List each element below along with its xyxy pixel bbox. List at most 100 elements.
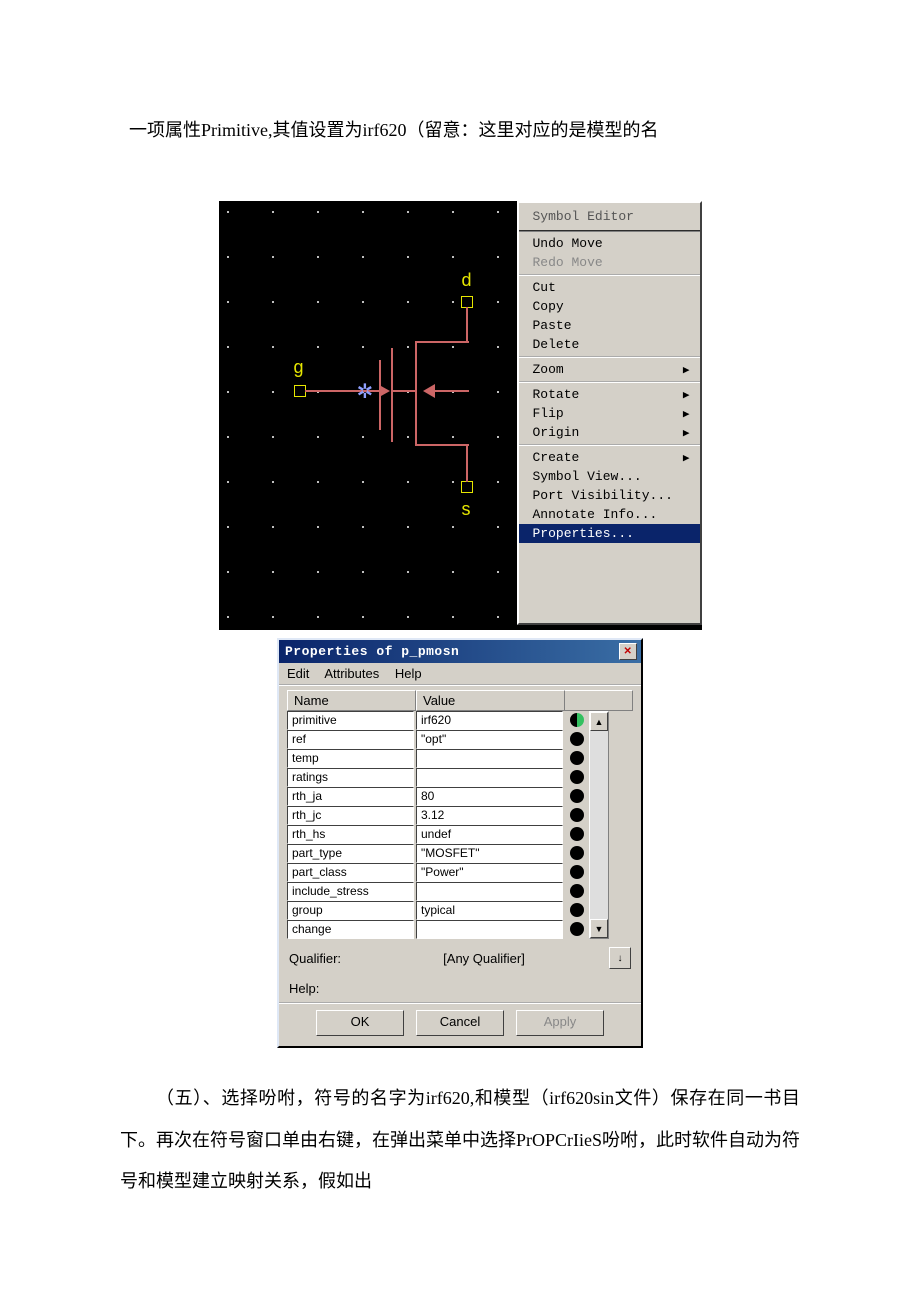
cancel-button[interactable]: Cancel bbox=[416, 1010, 504, 1036]
menu-item-label: Properties... bbox=[533, 526, 634, 541]
property-name-cell[interactable]: part_type bbox=[287, 844, 414, 863]
row-indicator-icon[interactable] bbox=[570, 713, 584, 727]
grid-dot bbox=[452, 211, 454, 213]
table-row: ref"opt" bbox=[287, 730, 565, 749]
column-header-name: Name bbox=[287, 690, 416, 711]
menu-item-delete[interactable]: Delete bbox=[519, 335, 700, 354]
menu-help[interactable]: Help bbox=[395, 666, 422, 681]
menu-item-paste[interactable]: Paste bbox=[519, 316, 700, 335]
menu-item-copy[interactable]: Copy bbox=[519, 297, 700, 316]
scroll-down-icon[interactable]: ▼ bbox=[590, 919, 608, 938]
row-indicator-icon[interactable] bbox=[570, 865, 584, 879]
grid-dot bbox=[317, 211, 319, 213]
property-value-cell[interactable] bbox=[416, 768, 563, 787]
grid-dot bbox=[362, 616, 364, 618]
row-indicator-icon[interactable] bbox=[570, 846, 584, 860]
property-value-cell[interactable] bbox=[416, 882, 563, 901]
submenu-arrow-icon: ▶ bbox=[683, 388, 690, 402]
table-row: temp bbox=[287, 749, 565, 768]
property-name-cell[interactable]: group bbox=[287, 901, 414, 920]
grid-dot bbox=[452, 436, 454, 438]
menu-item-flip[interactable]: Flip▶ bbox=[519, 404, 700, 423]
property-value-cell[interactable]: "opt" bbox=[416, 730, 563, 749]
menu-item-label: Rotate bbox=[533, 387, 580, 402]
menu-item-rotate[interactable]: Rotate ▶ bbox=[519, 385, 700, 404]
grid-dot bbox=[362, 481, 364, 483]
row-indicator-icon[interactable] bbox=[570, 751, 584, 765]
grid-dot bbox=[362, 301, 364, 303]
properties-dialog: Properties of p_pmosn ✕ Edit Attributes … bbox=[277, 638, 643, 1048]
row-indicator-icon[interactable] bbox=[570, 789, 584, 803]
property-name-cell[interactable]: temp bbox=[287, 749, 414, 768]
grid-dot bbox=[227, 436, 229, 438]
property-value-cell[interactable]: typical bbox=[416, 901, 563, 920]
row-indicator-icon[interactable] bbox=[570, 808, 584, 822]
grid-dot bbox=[452, 346, 454, 348]
table-row: rth_hsundef bbox=[287, 825, 565, 844]
grid-dot bbox=[407, 616, 409, 618]
row-indicator-icon[interactable] bbox=[570, 922, 584, 936]
property-value-cell[interactable]: undef bbox=[416, 825, 563, 844]
table-row: part_type"MOSFET" bbox=[287, 844, 565, 863]
menu-item-zoom[interactable]: Zoom▶ bbox=[519, 360, 700, 379]
menu-item-origin[interactable]: Origin▶ bbox=[519, 423, 700, 442]
menu-item-cut[interactable]: Cut bbox=[519, 278, 700, 297]
grid-dot bbox=[317, 571, 319, 573]
menu-item-label: Paste bbox=[533, 318, 572, 333]
property-value-cell[interactable]: "Power" bbox=[416, 863, 563, 882]
grid-dot bbox=[497, 571, 499, 573]
menu-item-annotate-info[interactable]: Annotate Info... bbox=[519, 505, 700, 524]
grid-dot bbox=[407, 571, 409, 573]
row-indicator-icon[interactable] bbox=[570, 770, 584, 784]
property-value-cell[interactable] bbox=[416, 920, 563, 939]
close-icon[interactable]: ✕ bbox=[619, 643, 637, 660]
menu-item-create[interactable]: Create▶ bbox=[519, 448, 700, 467]
scrollbar[interactable]: ▲ ▼ bbox=[589, 711, 609, 939]
bottom-paragraph: （五）、选择吩咐，符号的名字为irf620,和模型（irf620sin文件）保存… bbox=[120, 1078, 800, 1202]
apply-button[interactable]: Apply bbox=[516, 1010, 604, 1036]
grid-dot bbox=[362, 256, 364, 258]
mosfet-arrow bbox=[381, 386, 390, 396]
grid-dot bbox=[452, 301, 454, 303]
menu-item-properties[interactable]: Properties... bbox=[519, 524, 700, 543]
menu-item-symbol-view[interactable]: Symbol View... bbox=[519, 467, 700, 486]
row-indicator-icon[interactable] bbox=[570, 884, 584, 898]
grid-dot bbox=[272, 346, 274, 348]
table-row: rth_jc3.12 bbox=[287, 806, 565, 825]
grid-dot bbox=[272, 391, 274, 393]
menu-item-undo-move[interactable]: Undo Move bbox=[519, 234, 700, 253]
row-indicator-icon[interactable] bbox=[570, 827, 584, 841]
property-name-cell[interactable]: rth_jc bbox=[287, 806, 414, 825]
menu-item-port-visibility[interactable]: Port Visibility... bbox=[519, 486, 700, 505]
grid-dot bbox=[227, 571, 229, 573]
property-value-cell[interactable]: 3.12 bbox=[416, 806, 563, 825]
menu-edit[interactable]: Edit bbox=[287, 666, 309, 681]
table-row: include_stress bbox=[287, 882, 565, 901]
ok-button[interactable]: OK bbox=[316, 1010, 404, 1036]
pin-label-d: d bbox=[462, 270, 472, 291]
property-name-cell[interactable]: ref bbox=[287, 730, 414, 749]
table-row: grouptypical bbox=[287, 901, 565, 920]
row-indicator-icon[interactable] bbox=[570, 732, 584, 746]
property-name-cell[interactable]: primitive bbox=[287, 711, 414, 730]
property-value-cell[interactable] bbox=[416, 749, 563, 768]
property-name-cell[interactable]: change bbox=[287, 920, 414, 939]
property-name-cell[interactable]: rth_hs bbox=[287, 825, 414, 844]
dialog-titlebar: Properties of p_pmosn ✕ bbox=[279, 640, 641, 663]
column-header-value: Value bbox=[416, 690, 565, 711]
property-name-cell[interactable]: part_class bbox=[287, 863, 414, 882]
property-value-cell[interactable]: irf620 bbox=[416, 711, 563, 730]
property-value-cell[interactable]: "MOSFET" bbox=[416, 844, 563, 863]
property-value-cell[interactable]: 80 bbox=[416, 787, 563, 806]
qualifier-dropdown-icon[interactable]: ↓ bbox=[609, 947, 631, 969]
scroll-up-icon[interactable]: ▲ bbox=[590, 712, 608, 731]
row-indicator-icon[interactable] bbox=[570, 903, 584, 917]
grid-dot bbox=[497, 301, 499, 303]
grid-dot bbox=[452, 481, 454, 483]
grid-dot bbox=[407, 526, 409, 528]
menu-attributes[interactable]: Attributes bbox=[324, 666, 379, 681]
property-name-cell[interactable]: include_stress bbox=[287, 882, 414, 901]
grid-dot bbox=[272, 211, 274, 213]
property-name-cell[interactable]: rth_ja bbox=[287, 787, 414, 806]
property-name-cell[interactable]: ratings bbox=[287, 768, 414, 787]
